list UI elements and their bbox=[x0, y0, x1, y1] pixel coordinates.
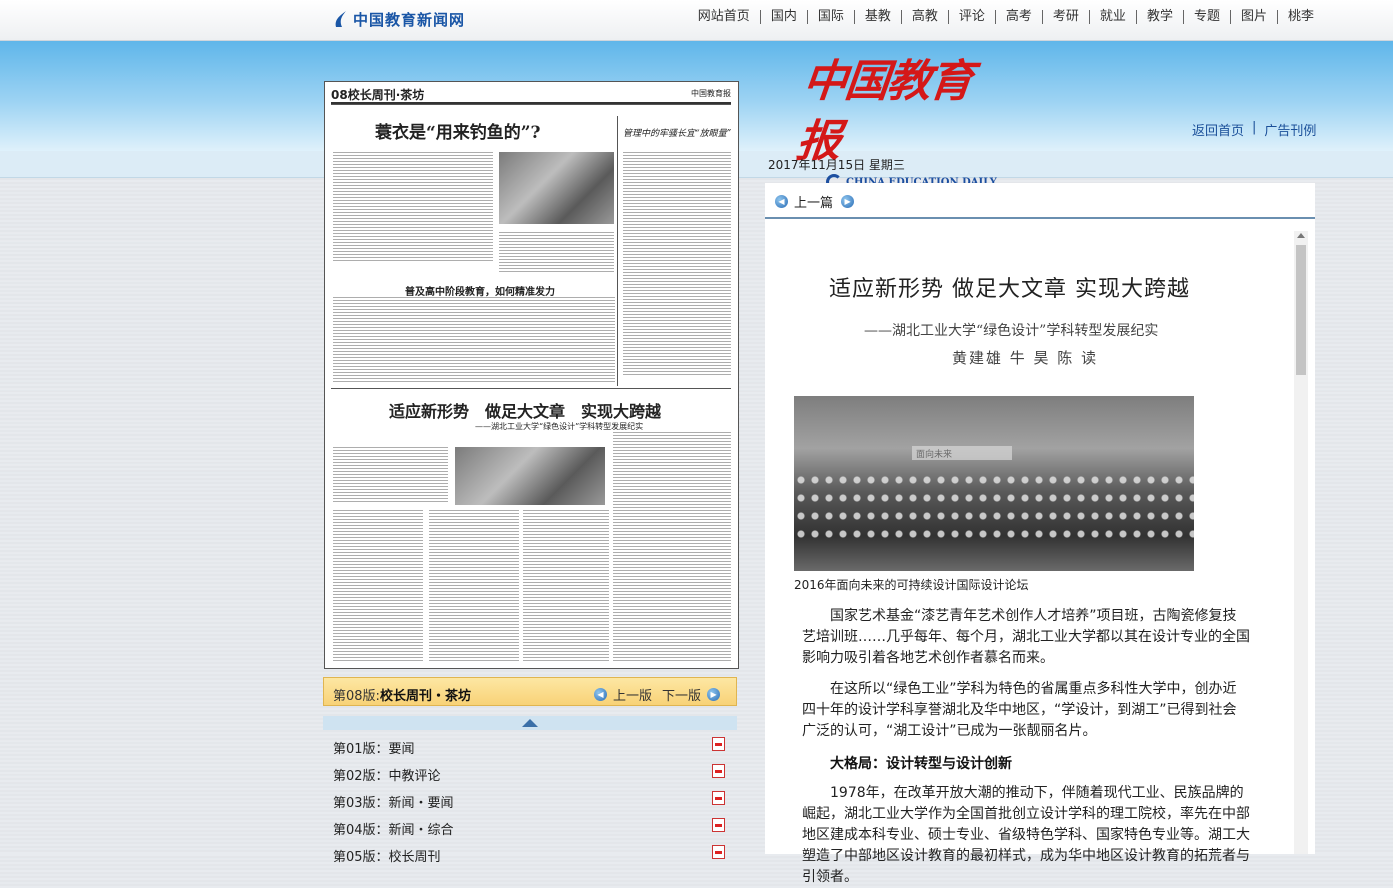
nav-item[interactable]: 图片 bbox=[1231, 10, 1278, 24]
photo-crowd-row bbox=[794, 510, 1194, 524]
pdf-icon[interactable] bbox=[712, 845, 725, 859]
paper-text-block bbox=[499, 232, 614, 272]
prev-edition-label: 上一版 bbox=[613, 689, 653, 704]
edition-list-label: 第04版：新闻・综合 bbox=[333, 823, 454, 838]
issue-date: 2017年11月15日 星期三 bbox=[768, 158, 905, 172]
nav-item[interactable]: 高考 bbox=[996, 10, 1043, 24]
edition-name: 校长周刊・茶坊 bbox=[379, 689, 471, 704]
pdf-icon[interactable] bbox=[712, 818, 725, 832]
article-section-heading: 大格局：设计转型与设计创新 bbox=[830, 756, 1012, 772]
site-logo[interactable]: 中国教育新闻网 bbox=[333, 7, 465, 31]
nav-item[interactable]: 桃李 bbox=[1278, 10, 1314, 24]
photo-banner: 面向未来 bbox=[912, 446, 1012, 460]
article-title: 适应新形势 做足大文章 实现大跨越 bbox=[829, 277, 1190, 302]
edition-label: 第08版:校长周刊・茶坊 bbox=[333, 685, 471, 704]
paper-text-block bbox=[333, 447, 448, 502]
paper-header-section: 08校长周刊·茶坊 bbox=[331, 88, 425, 102]
paper-text-block bbox=[429, 510, 519, 662]
paper-photo bbox=[455, 447, 605, 505]
nav-item[interactable]: 专题 bbox=[1184, 10, 1231, 24]
prev-arrow-icon: ◀ bbox=[594, 688, 607, 701]
scroll-up-icon[interactable] bbox=[1297, 233, 1305, 238]
article-paragraph: 1978年，在改革开放大潮的推动下，伴随着现代工业、民族品牌的崛起，湖北工业大学… bbox=[802, 785, 1250, 885]
paper-headline-1: 蓑衣是“用来钓鱼的”? bbox=[375, 123, 541, 143]
nav-item[interactable]: 教学 bbox=[1137, 10, 1184, 24]
paper-rule bbox=[331, 104, 731, 105]
article-paragraph: 国家艺术基金“漆艺青年艺术创作人才培养”项目班，古陶瓷修复技艺培训班……几乎每年… bbox=[802, 608, 1250, 666]
paper-text-block bbox=[523, 510, 609, 662]
paper-header-logo: 中国教育报 bbox=[691, 89, 731, 98]
link-separator: | bbox=[1252, 120, 1257, 135]
nav-item[interactable]: 基教 bbox=[855, 10, 902, 24]
edition-list-label: 第01版：要闻 bbox=[333, 742, 415, 757]
masthead[interactable]: 中国教育报 CHINA EDUCATION DAILY bbox=[794, 52, 1000, 190]
photo-banner-text: 面向未来 bbox=[916, 450, 953, 460]
edition-list-label: 第05版：校长周刊 bbox=[333, 850, 441, 865]
article-authors: 黄建雄 牛 昊 陈 读 bbox=[952, 349, 1099, 367]
nav-item[interactable]: 国际 bbox=[808, 10, 855, 24]
photo-crowd-row bbox=[794, 528, 1194, 542]
paper-headline-2-sub: ——湖北工业大学“绿色设计”学科转型发展纪实 bbox=[475, 422, 644, 431]
home-link[interactable]: 返回首页 bbox=[1192, 120, 1244, 139]
nav-item[interactable]: 国内 bbox=[761, 10, 808, 24]
nav-item[interactable]: 考研 bbox=[1043, 10, 1090, 24]
article-paragraph: 在这所以“绿色工业”学科为特色的省属重点多科性大学中，创办近四十年的设计学科享誉… bbox=[802, 681, 1237, 739]
collapse-toggle[interactable] bbox=[323, 716, 737, 730]
next-edition-link[interactable]: 下一版 ▶ bbox=[662, 685, 721, 704]
article-scrollbar[interactable] bbox=[1294, 231, 1308, 854]
pdf-icon[interactable] bbox=[712, 791, 725, 805]
paper-text-block bbox=[623, 152, 731, 377]
edition-number: 第08版: bbox=[333, 689, 380, 704]
next-edition-label: 下一版 bbox=[662, 689, 702, 704]
edition-list-item[interactable]: 第01版：要闻 bbox=[323, 732, 737, 759]
logo-swoosh-icon bbox=[335, 11, 346, 27]
paper-side-headline: 管理中的牢骚长宜“放眼量” bbox=[623, 129, 732, 139]
prev-article-arrow-icon: ◀ bbox=[775, 195, 788, 208]
nav-item[interactable]: 网站首页 bbox=[688, 10, 761, 24]
paper-headline-2: 适应新形势 做足大文章 实现大跨越 bbox=[389, 402, 662, 421]
article-nav: ◀ 上一篇 ▶ bbox=[765, 183, 1315, 219]
photo-crowd-row bbox=[794, 474, 1194, 488]
edition-bar: 第08版:校长周刊・茶坊 ◀ 上一版 下一版 ▶ bbox=[323, 677, 737, 706]
nav-item[interactable]: 高教 bbox=[902, 10, 949, 24]
edition-list-label: 第03版：新闻・要闻 bbox=[333, 796, 454, 811]
nav-item[interactable]: 就业 bbox=[1090, 10, 1137, 24]
collapse-up-icon bbox=[522, 719, 538, 727]
paper-rule bbox=[331, 388, 731, 389]
paper-text-block bbox=[333, 510, 423, 662]
prev-edition-link[interactable]: ◀ 上一版 bbox=[594, 685, 652, 704]
pdf-icon[interactable] bbox=[712, 737, 725, 751]
top-bar: 中国教育新闻网 网站首页 国内 国际 基教 高教 评论 高考 考研 就业 教学 专题 图片 桃李 bbox=[0, 0, 1393, 41]
paper-header: 08校长周刊·茶坊 中国教育报 bbox=[331, 86, 731, 104]
paper-mid-headline: 普及高中阶段教育，如何精准发力 bbox=[405, 287, 555, 298]
prev-article-link[interactable]: ◀ 上一篇 ▶ bbox=[775, 192, 855, 211]
paper-photo bbox=[499, 152, 614, 224]
article-subtitle: ——湖北工业大学“绿色设计”学科转型发展纪实 bbox=[864, 323, 1159, 339]
edition-list-item[interactable]: 第02版：中教评论 bbox=[323, 759, 737, 786]
photo-caption: 2016年面向未来的可持续设计国际设计论坛 bbox=[794, 578, 1029, 592]
ad-rates-link[interactable]: 广告刊例 bbox=[1264, 120, 1316, 139]
paper-text-block bbox=[333, 297, 615, 382]
edition-list-item[interactable]: 第04版：新闻・综合 bbox=[323, 813, 737, 840]
pdf-icon[interactable] bbox=[712, 764, 725, 778]
next-article-arrow-icon: ▶ bbox=[841, 195, 855, 208]
next-arrow-icon: ▶ bbox=[707, 688, 721, 701]
edition-list-label: 第02版：中教评论 bbox=[333, 769, 441, 784]
prev-article-label: 上一篇 bbox=[794, 196, 834, 211]
edition-list: 第01版：要闻第02版：中教评论 第03版：新闻・要闻 第04版：新闻・综合 第05版… bbox=[323, 732, 737, 867]
paper-text-block bbox=[333, 152, 493, 262]
edition-list-item[interactable]: 第03版：新闻・要闻 bbox=[323, 786, 737, 813]
paper-text-block bbox=[613, 432, 731, 662]
paper-column-rule bbox=[617, 116, 618, 386]
photo-crowd-row bbox=[794, 492, 1194, 506]
newspaper-page-image[interactable]: 08校长周刊·茶坊 中国教育报 蓑衣是“用来钓鱼的”? 管理中的牢骚长宜“放眼量… bbox=[324, 81, 739, 669]
header-links: 返回首页 | 广告刊例 bbox=[1192, 120, 1316, 139]
top-nav: 网站首页 国内 国际 基教 高教 评论 高考 考研 就业 教学 专题 图片 桃李 bbox=[688, 10, 1314, 24]
masthead-title: 中国教育报 bbox=[794, 56, 974, 167]
article-photo: 面向未来 bbox=[794, 396, 1194, 571]
scroll-thumb[interactable] bbox=[1296, 245, 1306, 375]
nav-item[interactable]: 评论 bbox=[949, 10, 996, 24]
site-logo-text: 中国教育新闻网 bbox=[353, 10, 466, 29]
